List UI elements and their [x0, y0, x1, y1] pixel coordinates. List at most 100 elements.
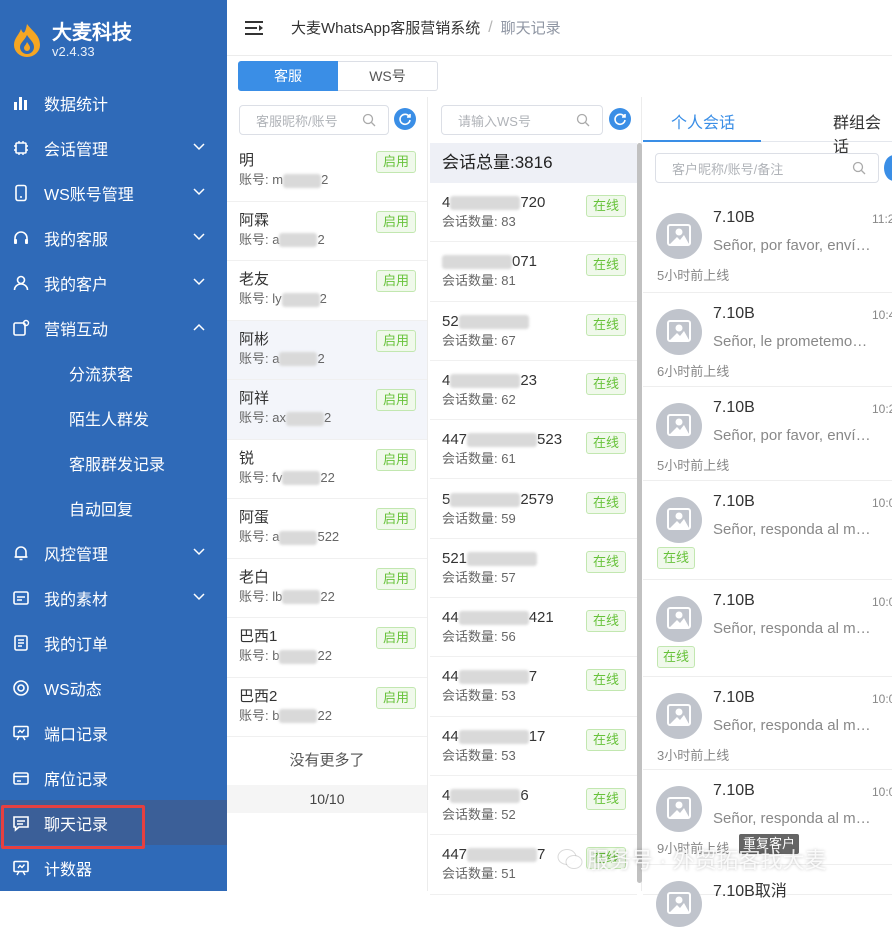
conversation-name: 7.10B: [713, 493, 755, 510]
redacted-block: [467, 433, 538, 448]
sidebar-item[interactable]: 客服群发记录: [0, 440, 227, 485]
avatar-icon: [656, 881, 702, 927]
agent-account: 账号: a 2: [239, 350, 427, 368]
conversation-item[interactable]: 7.10B Señor, responda al m…10:0 3小时前上线: [643, 677, 892, 770]
online-badge: 在线: [657, 547, 696, 569]
search-icon[interactable]: [362, 113, 376, 127]
ws-scrollbar[interactable]: [637, 143, 642, 883]
agent-account: 账号: ax 2: [239, 409, 427, 427]
sidebar-item[interactable]: 我的客服: [0, 215, 227, 260]
ws-number-prefix: 44: [442, 668, 459, 686]
sidebar-item[interactable]: 营销互动: [0, 305, 227, 350]
ws-item[interactable]: 44 17 会话数量: 53 在线: [430, 717, 637, 776]
online-badge: 在线: [586, 491, 627, 514]
phone-icon: [12, 184, 30, 202]
pager: 10/10: [227, 785, 427, 813]
sidebar-item[interactable]: 席位记录: [0, 755, 227, 800]
sidebar-item[interactable]: 我的客户: [0, 260, 227, 305]
ws-item[interactable]: 44 421 会话数量: 56 在线: [430, 598, 637, 658]
conversation-item[interactable]: 7.10B Señor, responda al m…10:0 在线: [643, 481, 892, 580]
agent-item[interactable]: 阿彬 账号: a 2 启用: [227, 320, 427, 380]
agent-account-prefix: 账号: m: [239, 172, 284, 187]
agent-item[interactable]: 巴西2 账号: b 22 启用: [227, 678, 427, 737]
menu-toggle-icon[interactable]: [245, 20, 265, 36]
tab-agents[interactable]: 客服: [238, 61, 338, 91]
sidebar-item[interactable]: 我的订单: [0, 620, 227, 665]
avatar-icon: [656, 596, 702, 642]
agent-item[interactable]: 老友 账号: ly 2 启用: [227, 261, 427, 321]
status-badge: 启用: [376, 567, 417, 590]
conversation-preview: Señor, por favor, enví…: [713, 427, 871, 444]
ws-item[interactable]: 447 523 会话数量: 61 在线: [430, 420, 637, 480]
share-icon: [12, 319, 30, 337]
agent-item[interactable]: 明账号: m 2 启用: [227, 142, 427, 202]
ws-item[interactable]: 4 6 会话数量: 52 在线: [430, 776, 637, 836]
agent-item[interactable]: 老白 账号: lb 22 启用: [227, 559, 427, 618]
search-icon[interactable]: [852, 161, 866, 175]
order-icon: [12, 634, 30, 652]
ws-count-label: 会话数量:: [442, 747, 502, 763]
refresh-icon[interactable]: [394, 108, 416, 130]
agent-item[interactable]: 阿霖 账号: a 2 启用: [227, 202, 427, 261]
sidebar-item[interactable]: 陌生人群发: [0, 395, 227, 440]
ws-count-label: 会话数量:: [442, 569, 502, 585]
search-icon[interactable]: [576, 113, 590, 127]
agent-item[interactable]: 阿蛋 账号: a 522 启用: [227, 499, 427, 559]
sidebar-item[interactable]: 会话管理: [0, 125, 227, 170]
agent-item[interactable]: 阿祥 账号: ax 2 启用: [227, 380, 427, 440]
status-badge: 启用: [376, 210, 417, 233]
agent-search-input[interactable]: 客服昵称/账号: [239, 105, 389, 135]
agent-account-suffix: 2: [317, 350, 325, 366]
ws-count-value: 81: [501, 273, 516, 289]
sidebar-item[interactable]: 自动回复: [0, 485, 227, 530]
sidebar-item[interactable]: WS账号管理: [0, 170, 227, 215]
redacted-block: [279, 709, 318, 724]
ws-item[interactable]: 44 7 会话数量: 53 在线: [430, 657, 637, 717]
watermark-text: 服务号 · 外贸拓客找大麦: [587, 848, 827, 873]
sidebar-item[interactable]: 我的素材: [0, 575, 227, 620]
customer-search-input[interactable]: 客户昵称/账号/备注: [655, 153, 879, 183]
avatar-icon: [656, 213, 702, 259]
ws-item[interactable]: 52 会话数量: 67 在线: [430, 302, 637, 361]
ws-search-input[interactable]: 请输入WS号: [441, 105, 603, 135]
redacted-block: [285, 411, 324, 426]
sidebar-item[interactable]: 计数器: [0, 845, 227, 890]
sidebar-item[interactable]: 风控管理: [0, 530, 227, 575]
conversation-item[interactable]: 7.10B Señor, por favor, enví… 11:2 5小时前上线: [643, 197, 892, 293]
conversation-time: 10:4: [872, 308, 892, 322]
agent-item[interactable]: 锐账号: fv 22 启用: [227, 440, 427, 499]
ws-item[interactable]: 4 720 会话数量: 83 在线: [430, 183, 637, 243]
online-badge: 在线: [586, 728, 627, 751]
tab-ws[interactable]: WS号: [338, 61, 438, 91]
ws-number-prefix: 44: [442, 609, 459, 627]
breadcrumb-root[interactable]: 大麦WhatsApp客服营销系统: [291, 17, 480, 38]
ws-number-suffix: 7: [537, 846, 546, 864]
sidebar-item-label: 我的客服: [44, 231, 109, 249]
ws-count-value: 53: [501, 747, 516, 763]
refresh-icon[interactable]: [609, 108, 631, 130]
ws-count-label: 会话数量:: [442, 629, 502, 645]
sidebar-item[interactable]: 数据统计: [0, 80, 227, 125]
bar-chart-icon: [12, 94, 30, 112]
sidebar-item[interactable]: 聊天记录: [0, 800, 227, 849]
ws-count-value: 59: [501, 510, 516, 526]
card-icon: [12, 769, 30, 787]
conversation-item[interactable]: 7.10B Señor, le prometemo… 10:4 6小时前上线: [643, 293, 892, 387]
sidebar-item[interactable]: WS动态: [0, 665, 227, 710]
sidebar-item[interactable]: 分流获客: [0, 350, 227, 395]
ws-item[interactable]: 071 会话数量: 81 在线: [430, 242, 637, 302]
conversation-item[interactable]: 7.10B Señor, por favor, enví…10:2 5小时前上线: [643, 387, 892, 481]
ws-item[interactable]: 4 23 会话数量: 62 在线: [430, 361, 637, 421]
tab-personal[interactable]: 个人会话: [671, 109, 735, 133]
sidebar-item[interactable]: 端口记录: [0, 710, 227, 755]
conversation-item[interactable]: 7.10B Señor, responda al m…10:0 在线: [643, 580, 892, 677]
brand-name: 大麦科技: [52, 21, 132, 44]
agent-item[interactable]: 巴西1 账号: b 22 启用: [227, 618, 427, 678]
status-badge: 启用: [376, 270, 417, 292]
tab-group[interactable]: 群组会话: [833, 109, 892, 157]
ws-item[interactable]: 521 会话数量: 57 在线: [430, 539, 637, 599]
ws-number-suffix: 17: [528, 727, 546, 745]
ws-count-value: 56: [501, 629, 516, 645]
ws-item[interactable]: 5 2579 会话数量: 59 在线: [430, 480, 637, 539]
ws-number-prefix: 447: [442, 431, 468, 449]
